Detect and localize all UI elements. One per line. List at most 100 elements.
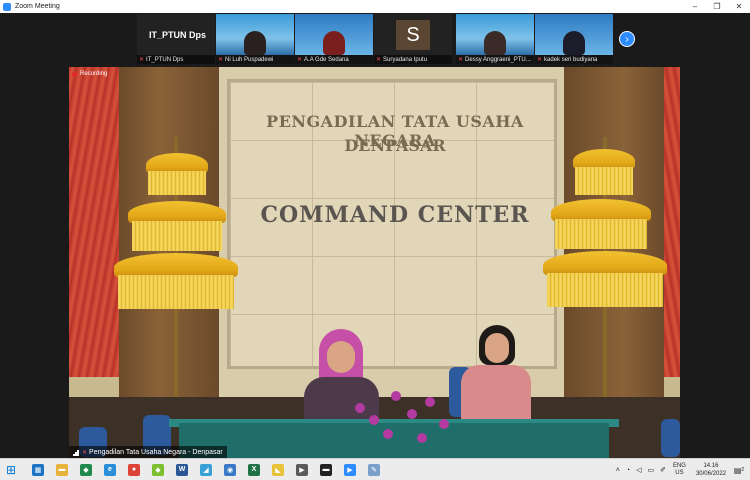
participant-tile[interactable]: S ✕ Suryadana Iputu xyxy=(374,14,452,64)
paint-glyph: ✎ xyxy=(368,463,380,476)
calculator-glyph: ▦ xyxy=(32,463,44,476)
participant-tile[interactable]: ✕ A.A Gde Sedana xyxy=(295,14,373,64)
participant-name: kadek seri budiyana xyxy=(544,56,598,63)
clock-date: 30/06/2022 xyxy=(695,471,726,477)
word-glyph: W xyxy=(176,463,188,476)
taskbar-media-icon[interactable]: ▶ xyxy=(290,459,314,480)
keyboard-region: US xyxy=(675,470,684,476)
app-lime-glyph: ◆ xyxy=(152,463,164,476)
wifi-icon[interactable]: ◔ xyxy=(626,467,630,474)
recording-indicator: Recording xyxy=(72,71,107,77)
participant-display-name: IT_PTUN Dps xyxy=(149,30,207,40)
speaker-name-label: ✕ Pengadilan Tata Usaha Negara - Denpasa… xyxy=(69,446,227,458)
excel-glyph: X xyxy=(248,463,260,476)
participant-figure xyxy=(323,31,345,55)
zoom-glyph: ▶ xyxy=(344,463,356,476)
active-speaker-video[interactable]: PENGADILAN TATA USAHA NEGARA DENPASAR CO… xyxy=(69,67,680,458)
start-windows-icon[interactable]: ⊞ xyxy=(0,459,22,480)
notification-count: 2 xyxy=(741,467,745,473)
signal-strength-icon xyxy=(73,449,79,456)
taskbar-paint-icon[interactable]: ✎ xyxy=(362,459,386,480)
chair xyxy=(661,419,680,457)
participant-name: Suryadana Iputu xyxy=(383,56,428,63)
ceremonial-umbrella-left xyxy=(114,137,239,397)
zoom-app-icon xyxy=(3,2,11,11)
app-green-glyph: ◆ xyxy=(80,463,92,476)
app-yellow-glyph: ◣ xyxy=(272,463,284,476)
mic-muted-icon: ✕ xyxy=(376,57,382,63)
chrome-glyph: ● xyxy=(128,463,140,476)
language-code: ENG xyxy=(672,463,686,469)
sign-city: DENPASAR xyxy=(344,136,446,155)
participant-video xyxy=(216,14,294,55)
participant-tile[interactable]: ✕ Dessy Anggraeni_PTU... xyxy=(456,14,534,64)
taskbar-chrome-icon[interactable]: ● xyxy=(122,459,146,480)
windows-taskbar: ⊞ ▦ ▬ ◆ e ● ◆ W ◢ ◉ X ◣ ▶ ▬ ▶ ✎ ˄ ◔ ◁ ▭ ✐ ENG US 14.16… xyxy=(0,458,750,480)
taskbar-app-lime-icon[interactable]: ◆ xyxy=(146,459,170,480)
participant-figure xyxy=(563,31,585,55)
window-title: Zoom Meeting xyxy=(15,3,60,10)
mic-muted-icon: ✕ xyxy=(537,57,543,63)
app-cyan-glyph: ◢ xyxy=(200,463,212,476)
participant-name: Dessy Anggraeni_PTU... xyxy=(465,56,531,63)
clock-time: 14.16 xyxy=(703,463,719,469)
taskbar-edge-icon[interactable]: e xyxy=(98,459,122,480)
taskbar-calculator-icon[interactable]: ▦ xyxy=(26,459,50,480)
speaker-name: Pengadilan Tata Usaha Negara - Denpasar xyxy=(89,448,223,456)
volume-icon[interactable]: ◁ xyxy=(636,466,641,474)
participant-figure xyxy=(244,31,266,55)
participant-tile[interactable]: IT_PTUN Dps ✕ IT_PTUN Dps xyxy=(137,14,215,64)
participant-avatar: S xyxy=(396,20,430,50)
orchid-arrangement xyxy=(347,385,467,455)
mic-muted-icon: ✕ xyxy=(139,57,145,63)
edge-glyph: e xyxy=(104,463,116,476)
battery-icon[interactable]: ▭ xyxy=(647,466,654,474)
next-page-chevron-icon[interactable]: › xyxy=(619,31,635,47)
taskbar-app-cyan-icon[interactable]: ◢ xyxy=(194,459,218,480)
participant-name: A.A Gde Sedana xyxy=(304,56,349,63)
close-button[interactable]: ✕ xyxy=(728,0,750,13)
sign-command-center: COMMAND CENTER xyxy=(260,202,530,228)
taskbar-display-icon[interactable]: ▬ xyxy=(314,459,338,480)
participant-name: IT_PTUN Dps xyxy=(146,56,184,63)
clock[interactable]: 14.16 30/06/2022 xyxy=(696,462,726,478)
ceremonial-umbrella-right xyxy=(543,137,668,397)
red-curtain-left xyxy=(69,67,119,377)
participant-strip: IT_PTUN Dps ✕ IT_PTUN Dps ✕ Ni Luh Puspade… xyxy=(0,13,750,67)
taskbar-app-green-icon[interactable]: ◆ xyxy=(74,459,98,480)
minimize-button[interactable]: – xyxy=(684,0,706,13)
mic-muted-icon: ✕ xyxy=(82,449,88,456)
participant-video xyxy=(535,14,613,55)
meeting-area: IT_PTUN Dps ✕ IT_PTUN Dps ✕ Ni Luh Puspade… xyxy=(0,13,750,458)
taskbar-apps: ▦ ▬ ◆ e ● ◆ W ◢ ◉ X ◣ ▶ ▬ ▶ ✎ xyxy=(26,459,386,480)
taskbar-word-icon[interactable]: W xyxy=(170,459,194,480)
taskbar-app-yellow-icon[interactable]: ◣ xyxy=(266,459,290,480)
media-glyph: ▶ xyxy=(296,463,308,476)
notification-center-icon[interactable]: ▤ 2 xyxy=(732,463,746,477)
taskbar-browser-blue-icon[interactable]: ◉ xyxy=(218,459,242,480)
participant-name: Ni Luh Puspadewi xyxy=(225,56,274,63)
participant-figure xyxy=(484,31,506,55)
taskbar-file-explorer-icon[interactable]: ▬ xyxy=(50,459,74,480)
participant-tile[interactable]: ✕ kadek seri budiyana xyxy=(535,14,613,64)
window-titlebar: Zoom Meeting – ❐ ✕ xyxy=(0,0,750,13)
chevron-up-icon[interactable]: ˄ xyxy=(616,467,620,474)
display-glyph: ▬ xyxy=(320,463,332,476)
recording-dot-icon xyxy=(72,71,77,77)
mic-muted-icon: ✕ xyxy=(218,57,224,63)
participant-video xyxy=(456,14,534,55)
participant-video xyxy=(295,14,373,55)
seated-woman xyxy=(461,325,531,425)
language-indicator[interactable]: ENG US xyxy=(673,463,686,477)
pen-icon[interactable]: ✐ xyxy=(660,466,666,474)
participant-tile[interactable]: ✕ Ni Luh Puspadewi xyxy=(216,14,294,64)
taskbar-zoom-icon[interactable]: ▶ xyxy=(338,459,362,480)
maximize-button[interactable]: ❐ xyxy=(706,0,728,13)
recording-label: Recording xyxy=(80,71,108,77)
mic-muted-icon: ✕ xyxy=(297,57,303,63)
browser-blue-glyph: ◉ xyxy=(224,463,236,476)
system-tray: ˄ ◔ ◁ ▭ ✐ ENG US 14.16 30/06/2022 ▤ 2 xyxy=(613,459,750,480)
taskbar-excel-icon[interactable]: X xyxy=(242,459,266,480)
mic-muted-icon: ✕ xyxy=(458,57,464,63)
file-explorer-glyph: ▬ xyxy=(56,463,68,476)
